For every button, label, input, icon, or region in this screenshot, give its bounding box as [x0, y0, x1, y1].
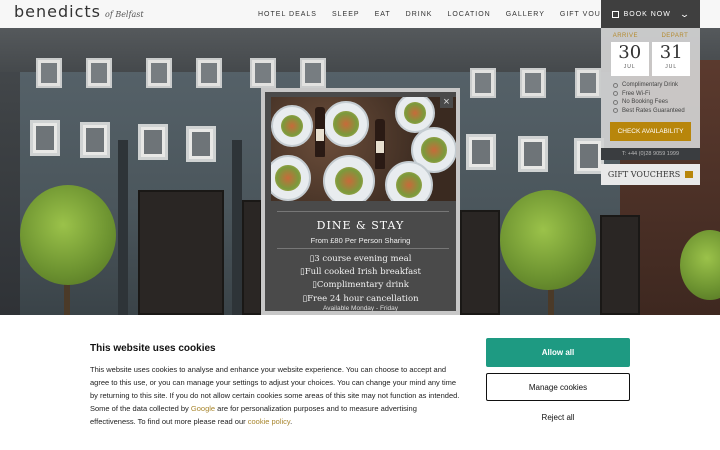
popup-subtitle: From £80 Per Person Sharing — [310, 236, 411, 245]
window — [186, 126, 216, 162]
perk-label: Free Wi-Fi — [622, 90, 650, 97]
gift-icon — [685, 171, 694, 178]
check-availability-button[interactable]: CHECK AVAILABILITY — [610, 122, 691, 141]
logo-sub-text: of Belfast — [105, 10, 144, 19]
tree — [500, 190, 596, 290]
main-nav: HOTEL DEALS SLEEP EAT DRINK LOCATION GAL… — [258, 0, 645, 28]
nav-eat[interactable]: EAT — [375, 11, 391, 18]
dormer-window — [470, 68, 496, 98]
dormer-window — [196, 58, 222, 88]
check-icon — [613, 91, 618, 97]
depart-date-picker[interactable]: 31 JUL — [652, 42, 691, 76]
nav-drink[interactable]: DRINK — [406, 11, 433, 18]
ground-floor-window — [138, 190, 224, 315]
arrive-date-picker[interactable]: 30 JUL — [610, 42, 649, 76]
window — [574, 138, 604, 174]
plate — [323, 101, 369, 147]
window — [518, 136, 548, 172]
dormer-window — [300, 58, 326, 88]
wine-bottle — [315, 107, 325, 157]
offer-item: ▯Full cooked Irish breakfast — [300, 267, 421, 278]
depart-day: 31 — [659, 42, 683, 63]
tree — [20, 185, 116, 285]
perk-item: Best Rates Guaranteed — [613, 107, 700, 116]
perk-label: Complimentary Drink — [622, 82, 679, 88]
window — [138, 124, 168, 160]
offer-item: ▯Free 24 hour cancellation — [302, 293, 419, 304]
building-pillar — [118, 140, 128, 315]
arrive-day: 30 — [618, 42, 642, 63]
check-icon — [613, 108, 618, 114]
cookie-banner: This website uses cookies This website u… — [0, 315, 720, 450]
booking-panel: ARRIVE DEPART 30 JUL 31 JUL Complimentar… — [601, 28, 700, 148]
nav-hotel-deals[interactable]: HOTEL DEALS — [258, 11, 317, 18]
popup-offer-list: ▯3 course evening meal ▯Full cooked Iris… — [265, 253, 456, 306]
logo-main-text: benedicts — [14, 2, 101, 21]
phone-number[interactable]: T: +44 (0)28 9059 1999 — [601, 148, 700, 160]
cookie-description: This website uses cookies to analyse and… — [90, 363, 462, 428]
popup-availability: Available Monday - Friday — [322, 305, 399, 312]
cookie-title: This website uses cookies — [90, 343, 216, 354]
popup-title: DINE & STAY — [316, 219, 405, 232]
offer-item: ▯3 course evening meal — [309, 254, 412, 264]
food-photo — [271, 97, 456, 201]
perk-label: No Booking Fees — [622, 99, 669, 105]
window — [80, 122, 110, 158]
close-icon[interactable]: × — [440, 95, 453, 108]
cookie-text-part: . — [290, 417, 293, 426]
window — [466, 134, 496, 170]
perk-item: No Booking Fees — [613, 98, 700, 107]
nav-gallery[interactable]: GALLERY — [506, 11, 545, 18]
perk-label: Best Rates Guaranteed — [622, 107, 685, 114]
nav-location[interactable]: LOCATION — [447, 11, 490, 18]
plate — [323, 155, 375, 201]
plate — [271, 155, 311, 201]
book-now-button[interactable]: BOOK NOW ⌄ — [601, 0, 700, 28]
allow-all-button[interactable]: Allow all — [486, 338, 630, 367]
dormer-window — [86, 58, 112, 88]
dormer-window — [575, 68, 601, 98]
ground-floor-window — [460, 210, 500, 315]
dormer-window — [36, 58, 62, 88]
perks-list: Complimentary Drink Free Wi-Fi No Bookin… — [601, 76, 700, 115]
depart-label: DEPART — [661, 33, 689, 39]
perk-item: Complimentary Drink — [613, 81, 700, 90]
wine-bottle — [375, 119, 385, 169]
divider — [277, 248, 449, 249]
chevron-down-icon: ⌄ — [679, 8, 692, 19]
perk-item: Free Wi-Fi — [613, 90, 700, 99]
arrive-month: JUL — [623, 64, 636, 70]
offer-item: ▯Complimentary drink — [312, 280, 409, 291]
ground-floor-window — [600, 215, 640, 315]
logo[interactable]: benedicts of Belfast — [14, 2, 144, 26]
plate — [385, 161, 433, 201]
divider — [277, 211, 449, 212]
arrive-label: ARRIVE — [612, 33, 639, 39]
dine-stay-popup: × DINE & STAY From £80 Per Person Sharin… — [261, 88, 460, 315]
gift-vouchers-label: GIFT VOUCHERS — [607, 170, 681, 179]
check-icon — [613, 99, 618, 105]
book-now-label: BOOK NOW — [623, 10, 671, 18]
building-pillar — [232, 140, 242, 315]
window — [30, 120, 60, 156]
google-link[interactable]: Google — [191, 404, 215, 413]
dormer-window — [146, 58, 172, 88]
nav-sleep[interactable]: SLEEP — [332, 11, 360, 18]
reject-all-button[interactable]: Reject all — [486, 408, 630, 426]
cookie-policy-link[interactable]: cookie policy — [248, 417, 290, 426]
check-icon — [613, 82, 618, 88]
dormer-window — [250, 58, 276, 88]
ground-floor-window — [242, 200, 262, 315]
calendar-icon — [611, 10, 619, 18]
dormer-window — [520, 68, 546, 98]
gift-vouchers-button[interactable]: GIFT VOUCHERS — [601, 164, 700, 185]
manage-cookies-button[interactable]: Manage cookies — [486, 373, 630, 401]
site-header: benedicts of Belfast HOTEL DEALS SLEEP E… — [0, 0, 720, 28]
depart-month: JUL — [665, 64, 678, 70]
plate — [271, 105, 313, 147]
